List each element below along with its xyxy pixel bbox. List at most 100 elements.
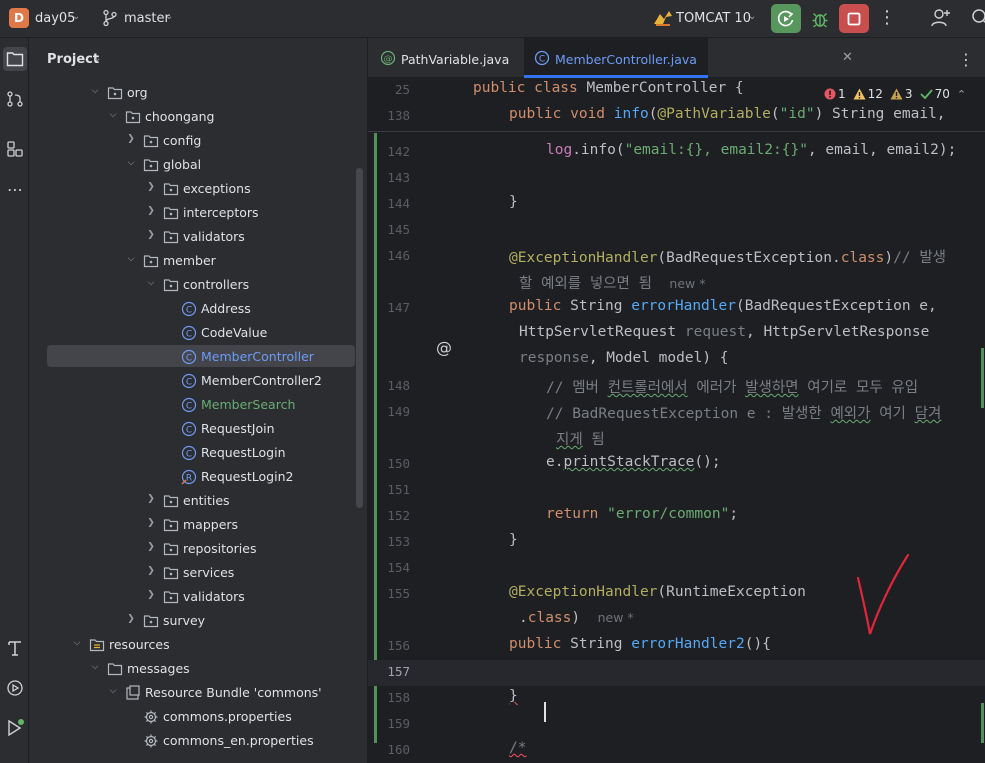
search-icon[interactable]: [970, 7, 985, 33]
more-vertical-icon[interactable]: ⋮: [878, 8, 896, 30]
run-tool-icon[interactable]: [3, 716, 27, 740]
tree-item[interactable]: ❯ validators: [29, 225, 368, 249]
rerun-button[interactable]: [771, 4, 801, 33]
chevron-down-icon[interactable]: ⌄: [93, 53, 101, 64]
code-line[interactable]: 145: [368, 218, 985, 244]
tree-item[interactable]: ❯ interceptors: [29, 201, 368, 225]
chevron-down-icon[interactable]: ⌵: [71, 638, 83, 648]
tree-item[interactable]: ⌵ choongang: [29, 105, 368, 129]
chevron-down-icon[interactable]: ⌵: [145, 278, 157, 288]
warning-count[interactable]: 12: [853, 87, 883, 101]
tree-item[interactable]: commons_en.properties: [29, 729, 368, 753]
tree-item[interactable]: ⌵ member: [29, 249, 368, 273]
chevron-right-icon[interactable]: ❯: [145, 566, 157, 576]
tree-item[interactable]: ❯ exceptions: [29, 177, 368, 201]
tree-item[interactable]: C MemberController2: [29, 369, 368, 393]
tab-pathvariable[interactable]: @ PathVariable.java: [380, 38, 524, 78]
sticky-line[interactable]: 138 public void info(@PathVariable("id")…: [368, 104, 985, 130]
code-line[interactable]: 150 e.printStackTrace();: [368, 452, 985, 478]
error-count[interactable]: 1: [824, 87, 846, 101]
code-line[interactable]: 146 @ExceptionHandler(BadRequestException…: [368, 244, 985, 270]
project-tool-icon[interactable]: [3, 47, 27, 71]
run-configuration-name[interactable]: TOMCAT 10: [676, 11, 751, 26]
tree-item[interactable]: ❯ repositories: [29, 537, 368, 561]
code-line[interactable]: 152 return "error/common";: [368, 504, 985, 530]
add-user-icon[interactable]: [930, 7, 952, 33]
tree-item[interactable]: ❯ services: [29, 561, 368, 585]
project-badge[interactable]: D: [9, 8, 29, 28]
tree-item[interactable]: C RequestJoin: [29, 417, 368, 441]
close-icon[interactable]: ✕: [842, 50, 853, 65]
more-vertical-icon[interactable]: ⋮: [958, 50, 974, 69]
code-line[interactable]: 할 예외를 넣으면 됨 new *: [368, 270, 985, 296]
code-line[interactable]: 지게 됨: [368, 426, 985, 452]
branch-name[interactable]: master: [124, 11, 170, 26]
code-line[interactable]: 148 // 멤버 컨트롤러에서 에러가 발생하면 여기로 모두 유입: [368, 374, 985, 400]
tree-item[interactable]: ⌵ messages: [29, 657, 368, 681]
tree-item[interactable]: ❯ survey: [29, 609, 368, 633]
code-line[interactable]: 143: [368, 166, 985, 192]
tree-item[interactable]: ⌵ org: [29, 81, 368, 105]
code-line[interactable]: HttpServletRequest request, HttpServletR…: [368, 322, 985, 348]
chevron-down-icon[interactable]: ⌵: [89, 662, 101, 672]
code-line[interactable]: 159: [368, 712, 985, 738]
typo-count[interactable]: 70: [919, 87, 950, 101]
tree-item[interactable]: ❯ mappers: [29, 513, 368, 537]
tree-item[interactable]: C MemberSearch: [29, 393, 368, 417]
weak-warning-count[interactable]: 3: [890, 87, 913, 101]
debug-button[interactable]: [806, 4, 834, 33]
code-line-current[interactable]: 157: [368, 660, 985, 686]
code-line[interactable]: response, Model model) {: [368, 348, 985, 374]
tree-item[interactable]: commons.properties: [29, 705, 368, 729]
chevron-right-icon[interactable]: ❯: [145, 518, 157, 528]
git-branch-icon[interactable]: [102, 9, 118, 31]
structure-tool-icon[interactable]: [3, 137, 27, 161]
tree-item[interactable]: C CodeValue: [29, 321, 368, 345]
chevron-right-icon[interactable]: ❯: [125, 614, 137, 624]
exception-handler-gutter-icon[interactable]: @: [434, 338, 454, 358]
chevron-up-icon[interactable]: ⌃: [957, 88, 966, 101]
tomcat-icon[interactable]: [652, 8, 674, 32]
more-horizontal-icon[interactable]: ⋯: [3, 177, 27, 201]
chevron-down-icon[interactable]: ⌵: [125, 254, 137, 264]
chevron-right-icon[interactable]: ❯: [145, 590, 157, 600]
project-panel-title[interactable]: Project: [47, 52, 99, 67]
chevron-right-icon[interactable]: ❯: [145, 494, 157, 504]
build-tool-icon[interactable]: [3, 636, 27, 660]
inspection-widget[interactable]: 1 12 3 70 ⌃: [824, 84, 973, 104]
chevron-down-icon[interactable]: ⌵: [107, 110, 119, 120]
branch-chevron-down-icon[interactable]: ⌄: [165, 11, 173, 22]
tree-item[interactable]: ❯ validators: [29, 585, 368, 609]
chevron-down-icon[interactable]: ⌵: [125, 158, 137, 168]
code-line[interactable]: 158}: [368, 686, 985, 712]
code-line[interactable]: 147 public String errorHandler(BadRequest…: [368, 296, 985, 322]
tree-item[interactable]: R RequestLogin2: [29, 465, 368, 489]
project-chevron-down-icon[interactable]: ⌄: [72, 11, 80, 22]
code-line[interactable]: 151: [368, 478, 985, 504]
tree-item[interactable]: C RequestLogin: [29, 441, 368, 465]
commit-tool-icon[interactable]: [3, 87, 27, 111]
chevron-right-icon[interactable]: ❯: [145, 230, 157, 240]
tab-membercontroller[interactable]: C MemberController.java ✕: [524, 38, 853, 78]
chevron-down-icon[interactable]: ⌵: [107, 686, 119, 696]
chevron-right-icon[interactable]: ❯: [145, 542, 157, 552]
chevron-down-icon[interactable]: ⌵: [89, 86, 101, 96]
code-area[interactable]: 142 log.info("email:{}, email2:{}", email…: [368, 78, 985, 763]
tree-item[interactable]: ⌵ Resource Bundle 'commons': [29, 681, 368, 705]
tree-scrollbar[interactable]: [356, 168, 363, 508]
chevron-right-icon[interactable]: ❯: [125, 134, 137, 144]
tree-item[interactable]: ⌵ controllers: [29, 273, 368, 297]
tree-item[interactable]: C Address: [29, 297, 368, 321]
tree-item[interactable]: ❯ entities: [29, 489, 368, 513]
chevron-right-icon[interactable]: ❯: [145, 206, 157, 216]
stop-button[interactable]: [839, 4, 869, 33]
code-line[interactable]: 160 /*: [368, 738, 985, 763]
code-line[interactable]: 149 // BadRequestException e : 발생한 예외가 여기…: [368, 400, 985, 426]
tree-item[interactable]: ⌵ resources: [29, 633, 368, 657]
services-tool-icon[interactable]: [3, 676, 27, 700]
code-line[interactable]: 144}: [368, 192, 985, 218]
code-line[interactable]: 142 log.info("email:{}, email2:{}", email…: [368, 140, 985, 166]
chevron-right-icon[interactable]: ❯: [145, 182, 157, 192]
tree-item[interactable]: C MemberController: [29, 345, 368, 369]
tree-item[interactable]: ❯ config: [29, 129, 368, 153]
